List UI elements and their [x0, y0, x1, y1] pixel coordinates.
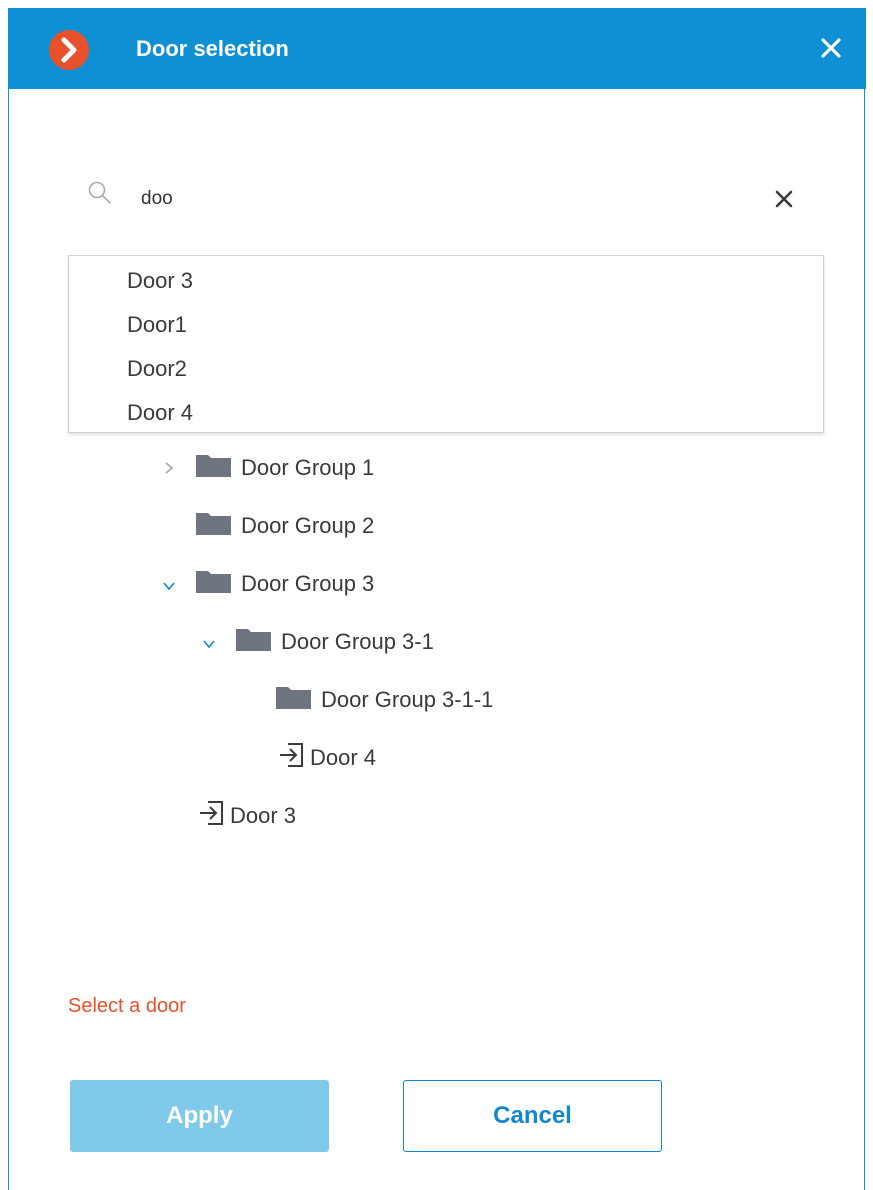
suggestion-item[interactable]: Door 4: [127, 400, 193, 430]
folder-icon: [276, 685, 311, 715]
chevron-down-icon[interactable]: [201, 636, 217, 657]
title-bar: Door selection: [9, 8, 866, 89]
suggestions-dropdown: Door 3 Door1 Door2 Door 4: [68, 255, 824, 433]
tree-item-door-3[interactable]: Door 3: [198, 796, 296, 836]
apply-button[interactable]: Apply: [70, 1080, 329, 1152]
tree-item-label: Door Group 3-1: [281, 629, 434, 654]
suggestion-item[interactable]: Door1: [127, 312, 187, 342]
search-icon: [87, 180, 113, 211]
folder-icon: [236, 627, 271, 657]
validation-message: Select a door: [68, 995, 186, 1017]
tree-item-door-group-2[interactable]: Door Group 2: [196, 506, 374, 546]
tree-item-door-group-3-1[interactable]: Door Group 3-1: [236, 622, 434, 662]
door-enter-icon: [278, 741, 308, 775]
dialog-title: Door selection: [136, 36, 289, 61]
chevron-down-icon[interactable]: [161, 578, 177, 599]
suggestion-item[interactable]: Door 3: [127, 268, 193, 298]
cancel-button[interactable]: Cancel: [403, 1080, 662, 1152]
suggestion-item[interactable]: Door2: [127, 356, 187, 386]
door-enter-icon: [198, 799, 228, 833]
tree-item-label: Door Group 2: [241, 513, 375, 538]
tree-item-label: Door Group 1: [241, 455, 375, 480]
folder-icon: [196, 453, 231, 483]
search-input[interactable]: [139, 178, 743, 220]
tree-item-label: Door 4: [310, 745, 377, 770]
folder-icon: [196, 569, 231, 599]
app-logo-icon: [49, 30, 89, 70]
tree-item-label: Door 3: [230, 803, 297, 828]
tree-item-label: Door Group 3-1-1: [321, 687, 494, 712]
chevron-right-icon[interactable]: [161, 460, 177, 481]
tree-item-label: Door Group 3: [241, 571, 375, 596]
folder-icon: [196, 511, 231, 541]
tree-item-door-group-3-1-1[interactable]: Door Group 3-1-1: [276, 680, 493, 720]
close-icon[interactable]: [815, 32, 847, 64]
tree-item-door-group-3[interactable]: Door Group 3: [196, 564, 374, 604]
tree-item-door-4[interactable]: Door 4: [278, 738, 376, 778]
clear-icon[interactable]: [769, 184, 799, 214]
door-selection-dialog: Door selection Door 3 Door1 Door2 Door 4: [8, 8, 866, 1190]
tree-item-door-group-1[interactable]: Door Group 1: [196, 448, 374, 488]
